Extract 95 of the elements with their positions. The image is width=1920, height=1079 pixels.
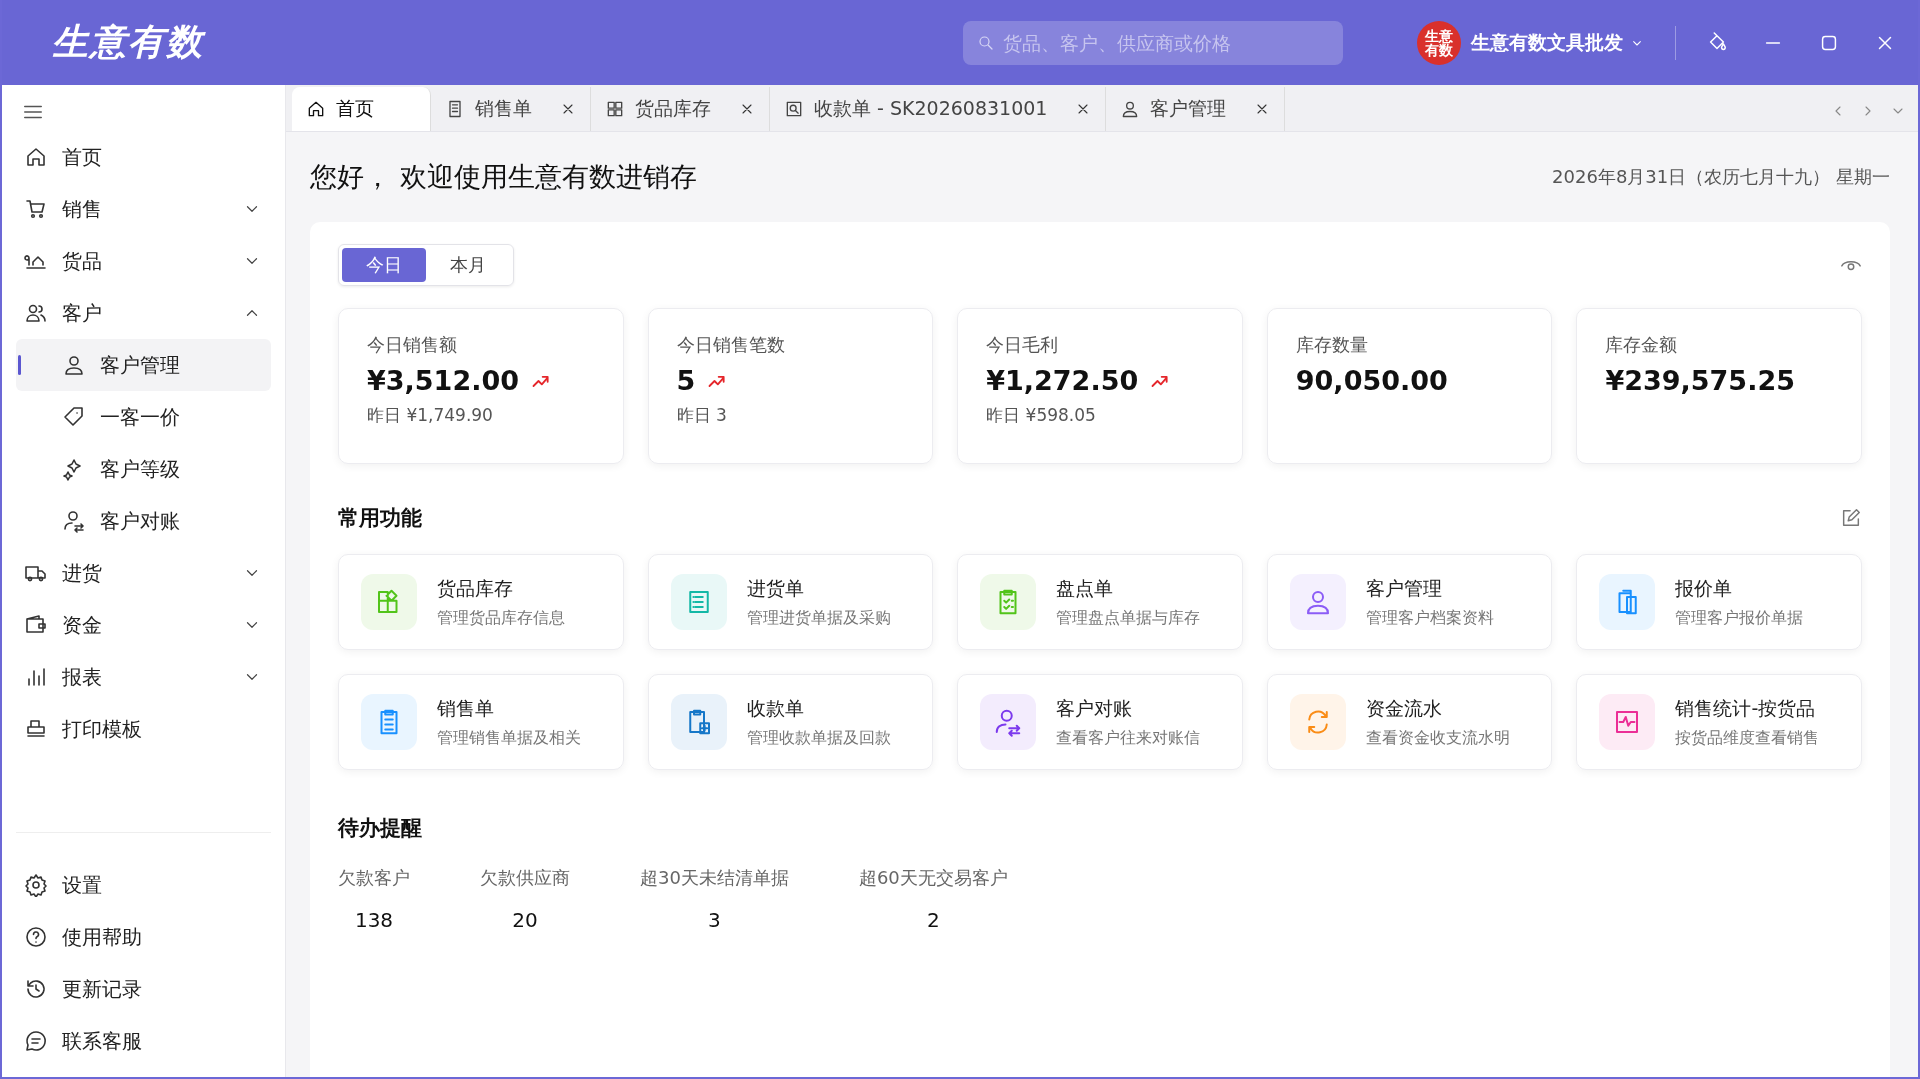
nav-icon <box>24 1029 48 1053</box>
greeting: 您好， 欢迎使用生意有数进销存 <box>310 160 697 194</box>
todo-label: 欠款供应商 <box>480 866 570 890</box>
stat-label: 库存金额 <box>1605 333 1679 357</box>
shortcut-card[interactable]: 盘点单 管理盘点单据与库存 <box>957 554 1243 650</box>
shortcut-description: 管理客户档案资料 <box>1365 607 1494 629</box>
shortcut-title: 报价单 <box>1675 575 1734 601</box>
tab-icon <box>306 99 326 119</box>
date-text: 2026年8月31日（农历七月十九） 星期一 <box>1552 165 1890 189</box>
nav-icon <box>62 353 86 377</box>
stat-value: ¥1,272.50 <box>986 365 1139 396</box>
shop-name[interactable]: 生意有数文具批发 <box>1471 29 1623 56</box>
todo-count[interactable]: 138 <box>354 908 394 932</box>
sidebar-subitem[interactable]: 客户对账 <box>16 495 271 547</box>
tab[interactable]: 客户管理 <box>1106 87 1286 131</box>
sidebar-item[interactable]: 进货 <box>16 547 271 599</box>
todo-count[interactable]: 20 <box>512 908 538 932</box>
tab-icon <box>605 99 625 119</box>
shortcut-card[interactable]: 收款单 管理收款单据及回款 <box>647 674 934 770</box>
shortcut-title: 货品库存 <box>437 575 514 601</box>
stat-value: 5 <box>676 365 696 396</box>
todo-label: 欠款客户 <box>338 866 410 890</box>
sidebar-item[interactable]: 资金 <box>16 599 271 651</box>
shortcut-description: 查看资金收支流水明 <box>1365 727 1510 749</box>
stat-value: 90,050.00 <box>1295 365 1448 396</box>
period-button[interactable]: 本月 <box>426 248 510 282</box>
nav-icon <box>62 509 86 533</box>
shortcut-description: 查看客户往来对账信 <box>1056 727 1201 749</box>
sidebar-subitem[interactable]: 客户等级 <box>16 443 271 495</box>
edit-icon[interactable] <box>1840 507 1862 529</box>
sidebar-item[interactable]: 销售 <box>16 183 271 235</box>
tab-icon <box>784 99 804 119</box>
previous-value: 昨日 3 <box>676 404 728 427</box>
shortcut-title: 进货单 <box>746 575 805 601</box>
shortcut-card[interactable]: 进货单 管理进货单据及采购 <box>647 554 934 650</box>
shortcut-description: 管理客户报价单据 <box>1675 607 1804 629</box>
section-title: 常用功能 <box>338 505 422 532</box>
tab[interactable]: 货品库存 <box>591 87 770 131</box>
section-title: 待办提醒 <box>338 815 423 842</box>
sidebar-subitem[interactable]: 客户管理 <box>16 339 271 391</box>
shortcut-card[interactable]: 货品库存 管理货品库存信息 <box>338 554 624 650</box>
nav-icon <box>24 873 48 897</box>
nav-icon <box>24 197 48 221</box>
tab[interactable]: 销售单 <box>431 87 591 131</box>
stat-value: ¥239,575.25 <box>1605 365 1795 396</box>
nav-icon <box>62 405 86 429</box>
period-button[interactable]: 今日 <box>342 248 426 282</box>
sidebar-item[interactable]: 设置 <box>16 859 271 911</box>
stat-value: ¥3,512.00 <box>367 365 520 396</box>
sidebar-item[interactable]: 首页 <box>16 131 271 183</box>
shortcut-description: 管理盘点单据与库存 <box>1056 607 1201 629</box>
shortcut-title: 销售单 <box>437 695 495 721</box>
shortcut-card[interactable]: 资金流水 查看资金收支流水明 <box>1266 674 1553 770</box>
sidebar-item[interactable]: 报表 <box>16 651 271 703</box>
shop-avatar[interactable]: 生意有数 <box>1417 20 1461 65</box>
sidebar-item[interactable]: 打印模板 <box>16 703 271 755</box>
todo-count[interactable]: 2 <box>927 908 940 932</box>
todo-label: 超60天无交易客户 <box>858 866 1008 890</box>
shortcut-card[interactable]: 客户对账 查看客户往来对账信 <box>957 674 1243 770</box>
previous-value: 昨日 ¥1,749.90 <box>367 404 494 427</box>
sidebar-item[interactable]: 货品 <box>16 235 271 287</box>
sidebar-item[interactable]: 更新记录 <box>16 963 271 1015</box>
nav-icon <box>24 925 48 949</box>
search-icon <box>977 33 995 52</box>
sidebar-subitem[interactable]: 一客一价 <box>16 391 271 443</box>
shortcut-description: 管理销售单据及相关 <box>437 727 581 749</box>
previous-value: 昨日 ¥598.05 <box>986 404 1097 427</box>
shortcut-title: 资金流水 <box>1365 695 1443 721</box>
app-logo: 生意有数 <box>52 20 204 64</box>
nav-icon <box>24 145 48 169</box>
nav-icon <box>24 977 48 1001</box>
shortcut-description: 管理货品库存信息 <box>437 607 565 629</box>
stat-label: 今日销售笔数 <box>676 333 786 357</box>
shortcut-title: 收款单 <box>746 695 805 721</box>
shortcut-title: 盘点单 <box>1056 575 1115 601</box>
shortcut-card[interactable]: 销售单 管理销售单据及相关 <box>338 674 624 770</box>
todo-label: 超30天未结清单据 <box>640 866 789 890</box>
sidebar-item[interactable]: 客户 <box>16 287 271 339</box>
stat-label: 库存数量 <box>1295 333 1369 357</box>
shortcut-title: 销售统计-按货品 <box>1675 695 1817 721</box>
shortcut-card[interactable]: 报价单 管理客户报价单据 <box>1576 554 1862 650</box>
shortcut-description: 管理进货单据及采购 <box>746 607 891 629</box>
tab[interactable]: 收款单 - SK20260831001 <box>770 87 1107 131</box>
shortcut-title: 客户管理 <box>1365 575 1443 601</box>
sidebar-item[interactable]: 使用帮助 <box>16 911 271 963</box>
shortcut-card[interactable]: 客户管理 管理客户档案资料 <box>1266 554 1553 650</box>
shortcut-card[interactable]: 销售统计-按货品 按货品维度查看销售 <box>1576 674 1862 770</box>
shortcut-description: 管理收款单据及回款 <box>746 727 891 749</box>
stat-label: 今日销售额 <box>367 333 458 357</box>
shortcut-description: 按货品维度查看销售 <box>1675 727 1820 749</box>
stat-label: 今日毛利 <box>986 333 1060 357</box>
sidebar-item[interactable]: 联系客服 <box>16 1015 271 1067</box>
shortcut-title: 客户对账 <box>1056 695 1134 721</box>
tab[interactable]: 首页 <box>292 87 431 131</box>
todo-count[interactable]: 3 <box>708 908 721 932</box>
